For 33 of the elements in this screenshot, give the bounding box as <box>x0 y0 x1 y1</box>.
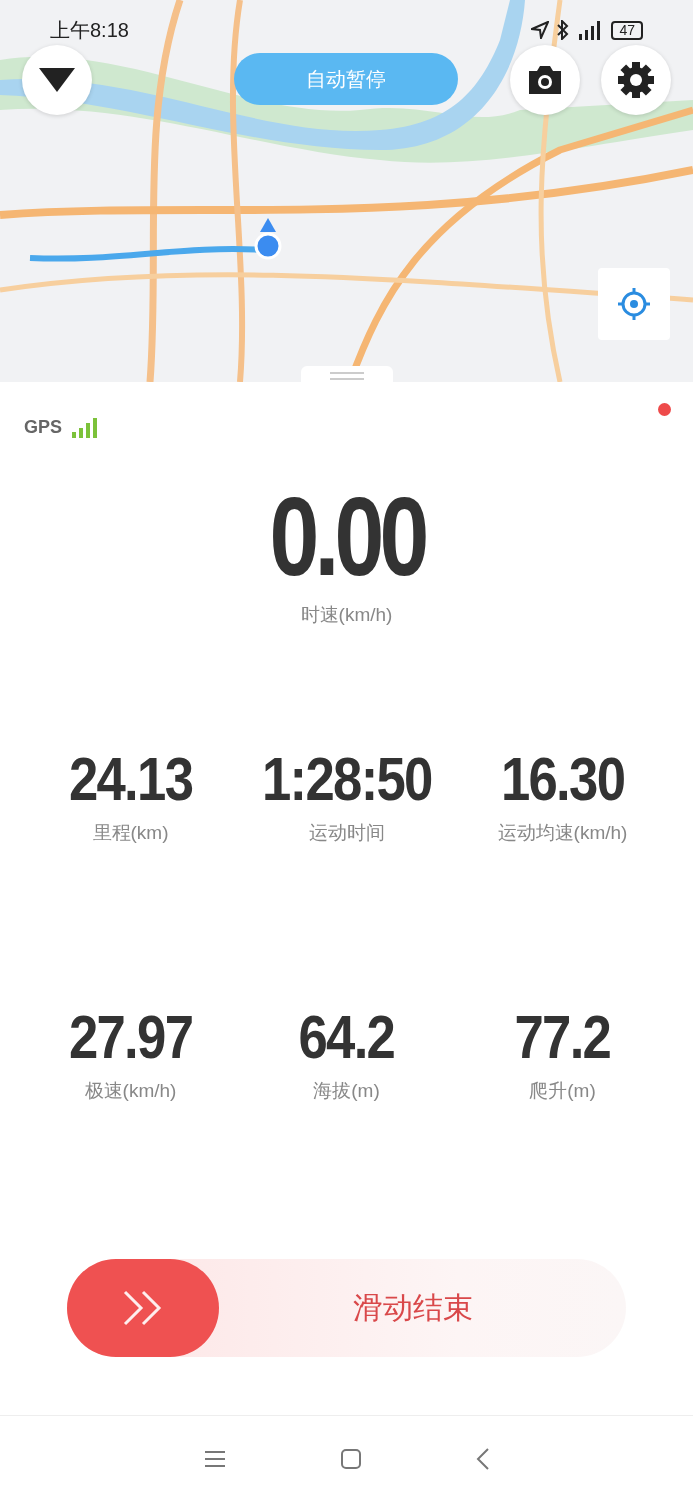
locate-button[interactable] <box>598 268 670 340</box>
signal-bars-icon <box>72 417 98 438</box>
stat-label: 爬升(m) <box>529 1079 596 1103</box>
gps-label: GPS <box>24 416 62 438</box>
location-arrow-icon <box>531 21 550 39</box>
stat-value: 16.30 <box>500 748 625 810</box>
slider-label: 滑动结束 <box>351 1289 474 1326</box>
stat-label: 极速(km/h) <box>84 1079 177 1103</box>
clock-time: 上午8:18 <box>50 17 129 43</box>
settings-icon <box>617 61 655 99</box>
crosshair-icon <box>618 288 650 320</box>
speed-value: 0.00 <box>268 482 425 592</box>
stat-value: 24.13 <box>68 748 193 810</box>
home-icon[interactable] <box>340 1448 361 1469</box>
recording-dot-icon <box>658 402 671 416</box>
battery-level: 47 <box>611 20 643 40</box>
slide-to-end-slider[interactable]: 滑动结束 <box>67 1259 626 1357</box>
drag-handle[interactable] <box>301 366 393 382</box>
speed-label: 时速(km/h) <box>300 603 393 627</box>
stat-value: 64.2 <box>298 1006 395 1068</box>
camera-icon <box>527 65 563 95</box>
back-icon[interactable] <box>475 1447 490 1470</box>
triangle-down-icon <box>39 68 75 92</box>
auto-pause-button[interactable]: 自动暂停 <box>234 53 458 105</box>
stat-value: 77.2 <box>514 1006 611 1068</box>
bluetooth-icon <box>557 20 570 40</box>
stat-label: 运动时间 <box>308 821 385 845</box>
stat-label: 里程(km) <box>92 821 169 845</box>
menu-icon[interactable] <box>203 1449 226 1468</box>
stat-value: 1:28:50 <box>261 748 432 810</box>
stat-label: 运动均速(km/h) <box>497 821 628 845</box>
stat-label: 海拔(m) <box>313 1079 380 1103</box>
stat-value: 27.97 <box>68 1006 193 1068</box>
